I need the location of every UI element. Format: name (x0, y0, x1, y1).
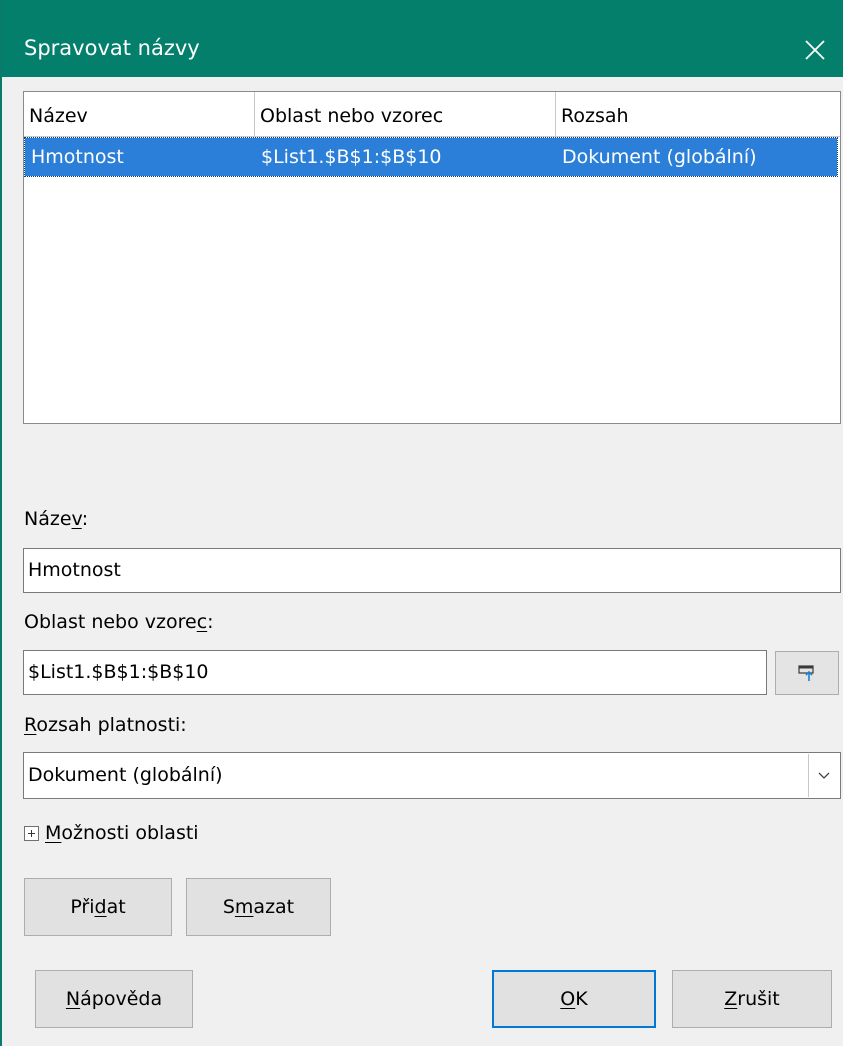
manage-names-dialog: Spravovat názvy Název Oblast nebo vzorec… (0, 0, 843, 1046)
row-range-cell: $List1.$B$1:$B$10 (261, 146, 442, 168)
add-button[interactable]: Při d at (24, 878, 172, 936)
title-bar: Spravovat názvy (2, 0, 843, 77)
chevron-down-icon (818, 772, 830, 779)
plus-box-icon (24, 825, 39, 841)
scope-label-mnemonic: R (24, 714, 37, 736)
range-field[interactable]: $List1.$B$1:$B$10 (23, 650, 767, 695)
name-field[interactable]: Hmotnost (23, 548, 841, 593)
range-options-mnemonic: M (45, 822, 62, 844)
add-label-post: at (106, 896, 126, 918)
delete-label-mnemonic: m (234, 896, 254, 918)
help-label-mnemonic: N (65, 988, 81, 1010)
ok-label-mnemonic: O (560, 988, 576, 1010)
name-label-post: : (81, 508, 89, 530)
scope-selected-value: Dokument (globální) (28, 764, 223, 786)
range-label: Oblast nebo vzorec: (24, 611, 214, 633)
range-label-mnemonic: c (196, 611, 208, 633)
delete-label-pre: S (222, 896, 235, 918)
add-label-pre: Při (70, 896, 95, 918)
range-label-pre: Oblast nebo vzore (24, 611, 197, 633)
dropdown-arrow[interactable] (808, 754, 839, 797)
add-label-mnemonic: d (94, 896, 107, 918)
name-label-pre: Náze (24, 508, 72, 530)
column-header-scope[interactable]: Rozsah (556, 92, 840, 137)
row-name-cell: Hmotnost (31, 146, 124, 168)
scope-label: Rozsah platnosti: (24, 714, 187, 736)
range-options-text: ožnosti oblasti (61, 822, 199, 844)
range-label-post: : (207, 611, 214, 633)
delete-label-post: azat (253, 896, 295, 918)
scope-dropdown[interactable]: Dokument (globální) (23, 752, 841, 799)
close-icon (805, 40, 825, 60)
row-scope-cell: Dokument (globální) (562, 146, 757, 168)
dialog-title: Spravovat názvy (24, 36, 200, 60)
help-button[interactable]: Nápověda (35, 970, 193, 1028)
range-options-expander[interactable]: Možnosti oblasti (24, 818, 199, 848)
shrink-dialog-button[interactable] (775, 651, 839, 695)
column-header-range[interactable]: Oblast nebo vzorec (255, 92, 556, 137)
shrink-dialog-icon (798, 665, 814, 681)
names-list[interactable]: Název Oblast nebo vzorec Rozsah Hmotnost… (23, 91, 841, 424)
close-button[interactable] (785, 25, 843, 75)
ok-button[interactable]: OK (492, 970, 656, 1028)
list-header: Název Oblast nebo vzorec Rozsah (24, 92, 840, 137)
cancel-button[interactable]: Zrušit (672, 970, 832, 1028)
column-header-name[interactable]: Název (24, 92, 255, 137)
help-label-post: ápověda (80, 988, 163, 1010)
ok-label-post: K (575, 988, 588, 1010)
scope-label-post: ozsah platnosti: (36, 714, 187, 736)
table-row[interactable]: Hmotnost $List1.$B$1:$B$10 Dokument (glo… (24, 137, 838, 177)
name-label: Název: (24, 508, 88, 530)
cancel-label-mnemonic: Z (724, 988, 738, 1010)
cancel-label-post: rušit (737, 988, 780, 1010)
delete-button[interactable]: Sm azat (186, 878, 331, 936)
name-label-mnemonic: v (71, 508, 82, 530)
range-options-label: Možnosti oblasti (45, 822, 199, 844)
